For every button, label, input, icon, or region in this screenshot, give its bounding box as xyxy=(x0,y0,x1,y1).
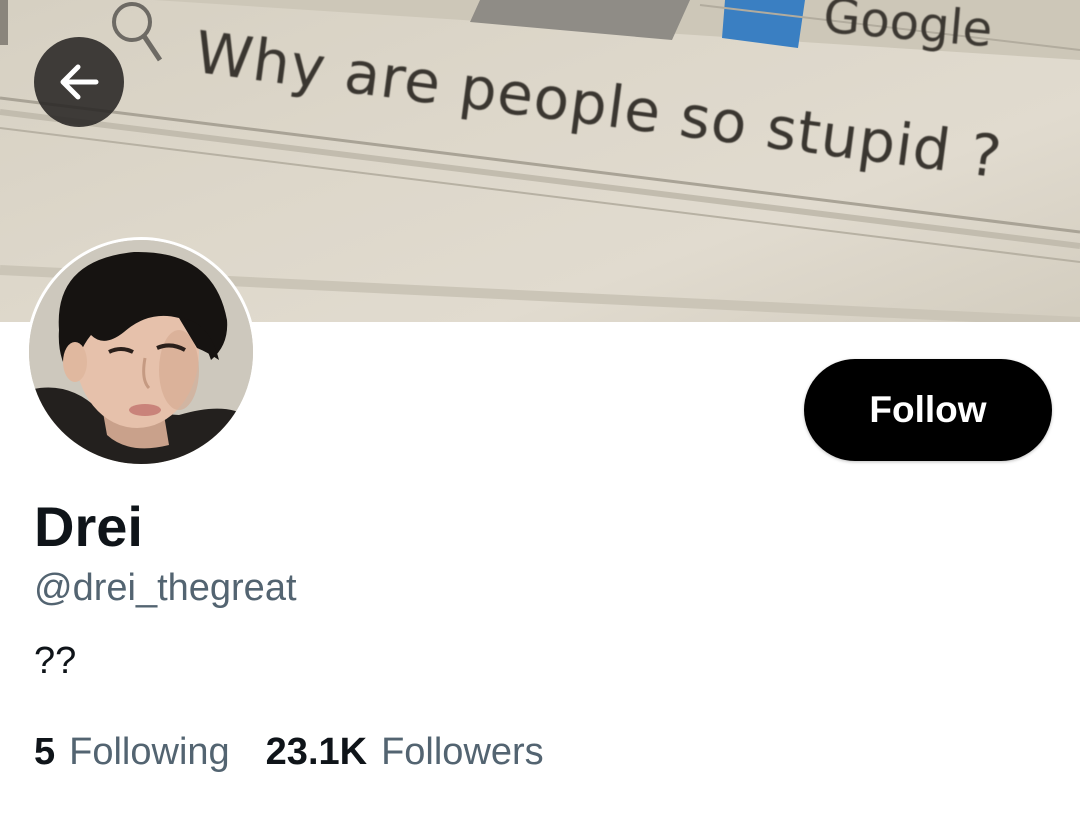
arrow-left-icon xyxy=(60,64,99,100)
profile-stats: 5 Following 23.1K Followers xyxy=(34,730,544,776)
followers-count: 23.1K xyxy=(265,731,368,773)
following-count: 5 xyxy=(34,731,56,773)
follow-button[interactable]: Follow xyxy=(804,359,1052,461)
profile-bio: ?? xyxy=(34,640,77,682)
avatar-image xyxy=(29,240,253,464)
avatar[interactable] xyxy=(26,237,256,467)
avatar-portrait xyxy=(29,240,253,464)
following-label: Following xyxy=(69,731,230,773)
display-name: Drei xyxy=(34,495,143,558)
followers-link[interactable]: 23.1K Followers xyxy=(266,730,544,776)
following-link[interactable]: 5 Following xyxy=(34,730,230,776)
followers-label: Followers xyxy=(381,731,544,773)
profile-page: Why are people so stupid ? Google Follow… xyxy=(0,0,1080,823)
username-handle: @drei_thegreat xyxy=(34,567,297,609)
back-button[interactable] xyxy=(34,37,124,127)
